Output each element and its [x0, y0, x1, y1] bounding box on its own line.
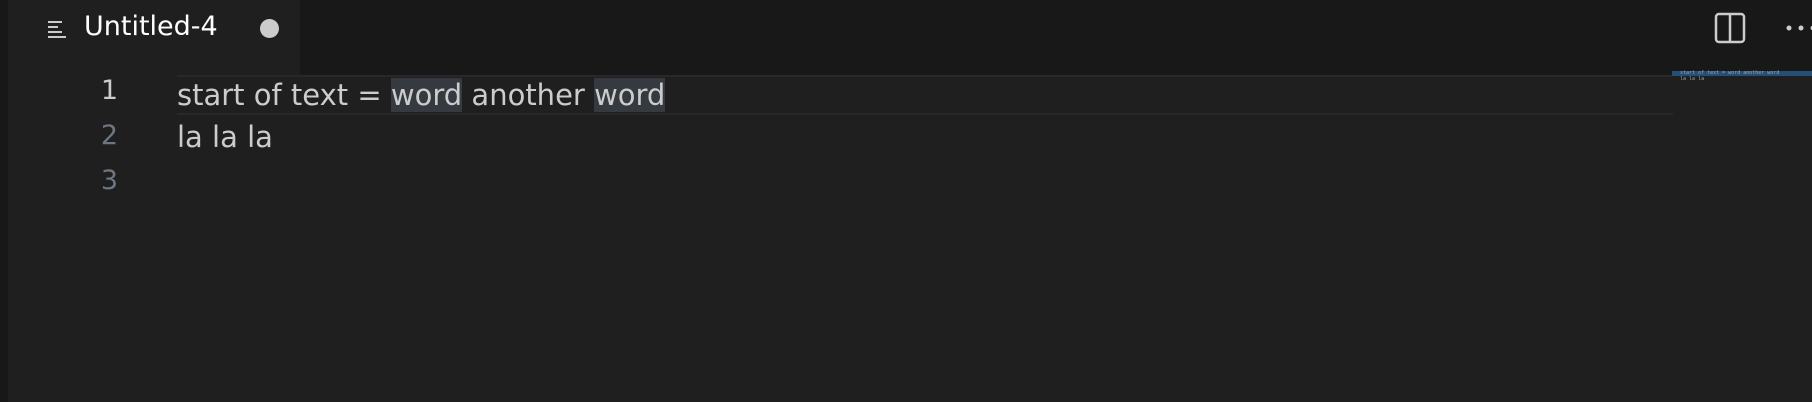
split-editor-icon[interactable]	[1714, 12, 1746, 44]
lines-icon	[48, 21, 66, 38]
code-text: la la la	[177, 120, 273, 154]
unsaved-dot-icon[interactable]	[260, 19, 279, 38]
minimap-line-2: la la la	[1680, 76, 1705, 82]
line-number: 2	[100, 120, 118, 151]
editor-window: Untitled-4 1 2 3 start of text = word an…	[0, 0, 1812, 402]
tab-untitled-4[interactable]: Untitled-4	[8, 0, 300, 75]
more-actions-icon[interactable]	[1785, 22, 1812, 34]
tab-title: Untitled-4	[84, 11, 218, 42]
editor-area[interactable]: 1 2 3 start of text = word another word …	[8, 71, 1812, 402]
word-highlight: word	[594, 78, 666, 112]
tab-bar: Untitled-4	[8, 0, 1812, 75]
code-text: start of text =	[177, 78, 391, 112]
word-highlight: word	[390, 78, 463, 112]
code-text: another	[462, 78, 595, 112]
line-number: 1	[100, 75, 118, 106]
line-number: 3	[100, 165, 118, 196]
minimap[interactable]: start of text = word another word la la …	[1672, 71, 1812, 402]
code-line-1[interactable]: start of text = word another word	[177, 75, 666, 115]
code-line-2[interactable]: la la la	[177, 117, 273, 157]
